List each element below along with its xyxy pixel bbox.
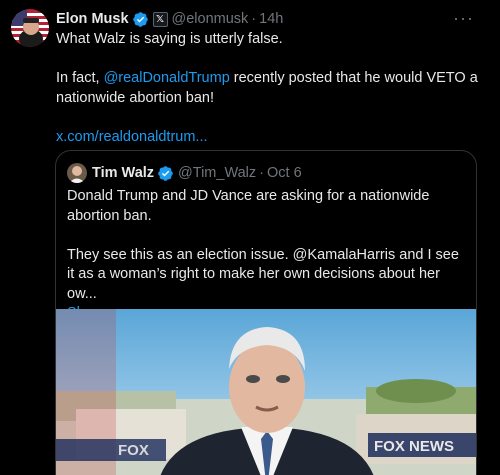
quoted-author-name[interactable]: Tim Walz	[92, 165, 154, 181]
fox-watermark-right: FOX NEWS	[374, 438, 454, 455]
quoted-body: Donald Trump and JD Vance are asking for…	[67, 187, 467, 324]
walz-avatar[interactable]	[67, 163, 87, 183]
fox-watermark-left: FOX	[118, 442, 149, 459]
quoted-para-2: They see this as an election issue. @Kam…	[67, 246, 459, 302]
separator: ·	[251, 11, 257, 27]
tweet-line-1: What Walz is saying is utterly false.	[56, 31, 283, 47]
tweet-line-2: In fact, @realDonaldTrump recently poste…	[56, 69, 486, 108]
verified-icon	[132, 11, 148, 27]
quoted-media-image[interactable]: FOX FOX NEWS	[56, 309, 476, 475]
quoted-header: Tim Walz @Tim_Walz · Oct 6	[67, 163, 302, 183]
tweet-text-prefix: In fact,	[56, 70, 104, 86]
quoted-date[interactable]: Oct 6	[267, 165, 302, 181]
external-link[interactable]: x.com/realdonaldtrum...	[56, 128, 486, 148]
x-affiliate-icon: 𝕏	[152, 11, 168, 27]
quoted-tweet[interactable]: Tim Walz @Tim_Walz · Oct 6 Donald Trump …	[55, 150, 477, 475]
mention-link[interactable]: @realDonaldTrump	[104, 70, 230, 86]
separator: ·	[259, 165, 264, 181]
tweet-body: What Walz is saying is utterly false. In…	[56, 30, 486, 147]
author-handle[interactable]: @elonmusk	[172, 11, 249, 27]
tweet-header: Elon Musk 𝕏 @elonmusk · 14h	[56, 10, 283, 28]
more-icon[interactable]: ···	[453, 8, 474, 29]
quoted-para-1: Donald Trump and JD Vance are asking for…	[67, 188, 430, 224]
author-avatar[interactable]	[11, 9, 49, 47]
tweet-time[interactable]: 14h	[259, 11, 283, 27]
author-name[interactable]: Elon Musk	[56, 11, 129, 27]
verified-icon	[158, 165, 173, 181]
quoted-author-handle[interactable]: @Tim_Walz	[178, 165, 256, 181]
